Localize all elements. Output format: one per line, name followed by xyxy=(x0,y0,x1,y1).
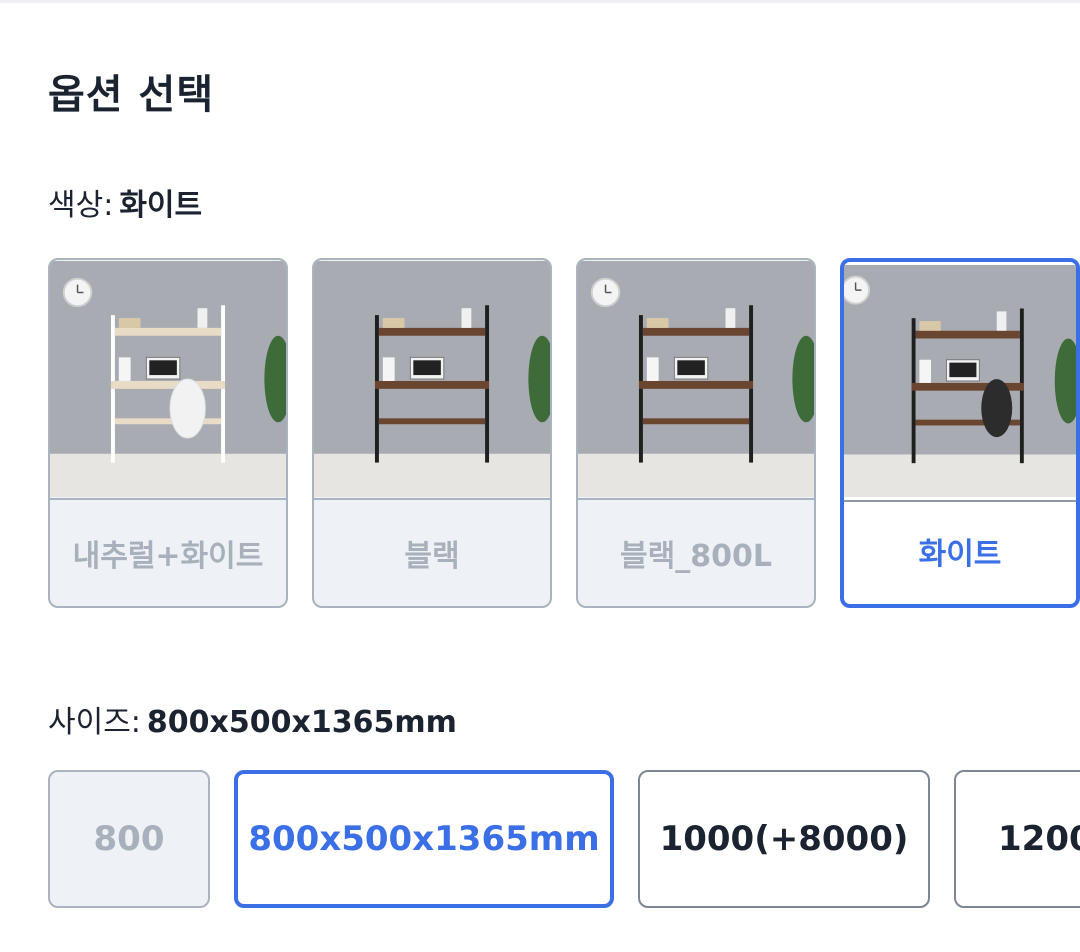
color-swatch-white[interactable]: 화이트 xyxy=(840,258,1080,608)
books xyxy=(646,357,659,381)
shelf-decor xyxy=(382,318,405,328)
product-thumbnail-white xyxy=(844,262,1076,502)
desktop-surface xyxy=(110,380,226,389)
product-thumbnail-black-800l xyxy=(578,260,814,500)
color-swatch-list: 내추럴+화이트 블랙 블랙_800L 화이트 xyxy=(48,258,1080,610)
chair xyxy=(169,378,206,439)
laptop-screen xyxy=(149,360,177,376)
books xyxy=(919,359,931,383)
page-title: 옵션 선택 xyxy=(48,72,215,118)
floor xyxy=(50,453,286,497)
size-option-value: 800x500x1365mm xyxy=(146,705,457,740)
size-button-1000[interactable]: 1000(+8000) xyxy=(638,770,930,908)
shelf-books xyxy=(461,308,472,328)
product-thumbnail-black xyxy=(314,260,550,500)
color-swatch-label: 내추럴+화이트 xyxy=(72,539,264,574)
shelf-decor xyxy=(118,318,141,328)
desk-illustration xyxy=(50,261,286,497)
color-option-value: 화이트 xyxy=(119,188,203,223)
laptop-screen xyxy=(677,360,705,376)
hutch-shelf xyxy=(915,330,1020,339)
color-option-label: 색상: 화이트 xyxy=(48,180,202,224)
size-button-list: 800 800x500x1365mm 1000(+8000) 12000 xyxy=(48,770,1080,912)
chair xyxy=(981,379,1013,438)
product-thumbnail-natural-white xyxy=(50,260,286,500)
size-button-800x500x1365[interactable]: 800x500x1365mm xyxy=(234,770,614,908)
color-swatch-label: 화이트 xyxy=(918,537,1002,572)
desk-illustration xyxy=(844,265,1076,497)
desk-illustration xyxy=(314,261,550,497)
color-swatch-label: 블랙 xyxy=(404,539,460,574)
shelf-decor xyxy=(919,321,941,331)
shelf-books xyxy=(197,308,208,328)
top-divider xyxy=(0,0,1080,3)
size-button-12000[interactable]: 12000 xyxy=(954,770,1080,908)
lower-shelf xyxy=(378,418,486,425)
floor xyxy=(314,453,550,497)
desk-illustration xyxy=(578,261,814,497)
color-swatch-black[interactable]: 블랙 xyxy=(312,258,552,608)
hutch-shelf xyxy=(642,327,750,336)
size-option-key: 사이즈: xyxy=(48,705,141,740)
color-swatch-label: 블랙_800L xyxy=(620,539,772,574)
shelf-books xyxy=(725,308,736,328)
laptop-screen xyxy=(413,360,441,376)
size-button-800[interactable]: 800 xyxy=(48,770,210,908)
lower-shelf xyxy=(114,418,222,425)
color-swatch-black-800l[interactable]: 블랙_800L xyxy=(576,258,816,608)
floor xyxy=(578,453,814,497)
desk-leg xyxy=(911,318,916,464)
hutch-shelf xyxy=(378,327,486,336)
size-option-label: 사이즈: 800x500x1365mm xyxy=(48,697,457,741)
shelf-books xyxy=(996,311,1007,331)
laptop-screen xyxy=(949,362,977,378)
books xyxy=(118,357,131,381)
floor xyxy=(844,454,1076,497)
desktop-surface xyxy=(374,380,490,389)
books xyxy=(382,357,395,381)
shelf-decor xyxy=(646,318,669,328)
wall-clock-icon xyxy=(590,277,621,308)
desktop-surface xyxy=(638,380,754,389)
hutch-shelf xyxy=(114,327,222,336)
color-swatch-natural-white[interactable]: 내추럴+화이트 xyxy=(48,258,288,608)
color-option-key: 색상: xyxy=(48,188,114,223)
lower-shelf xyxy=(642,418,750,425)
